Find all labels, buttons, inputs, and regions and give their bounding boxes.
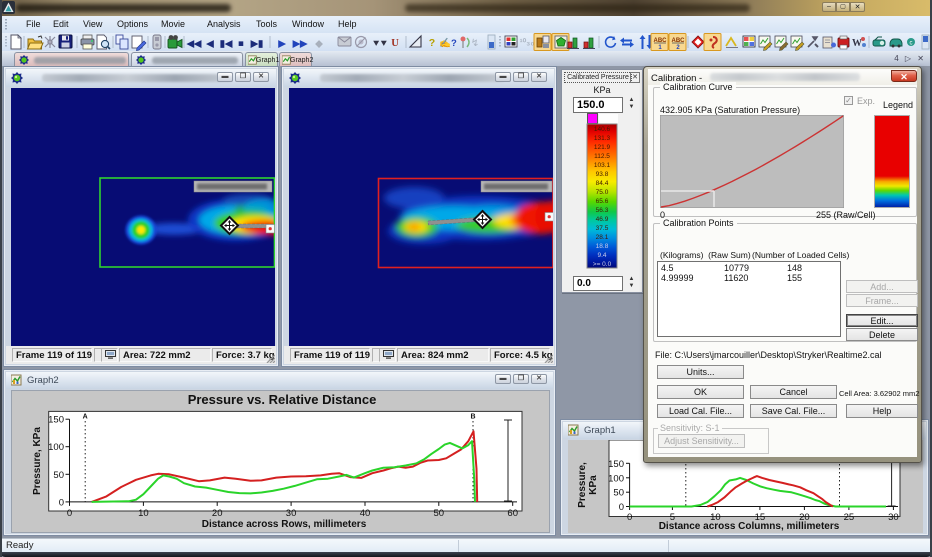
svg-text:100: 100 [608, 473, 624, 484]
svg-text:60: 60 [507, 508, 518, 519]
svg-text:▶: ▶ [277, 39, 287, 50]
svg-text:▮◀: ▮◀ [220, 39, 233, 50]
svg-text:9.4: 9.4 [597, 252, 606, 259]
svg-text:Distance across Columns, milli: Distance across Columns, millimeters [659, 521, 840, 532]
svg-text:40: 40 [360, 508, 371, 519]
svg-text:⯆⯆: ⯆⯆ [372, 39, 388, 50]
svg-text:25: 25 [844, 512, 855, 523]
svg-text:30: 30 [888, 512, 899, 523]
svg-text:131.3: 131.3 [594, 135, 611, 142]
svg-text:Pressure,: Pressure, [577, 462, 588, 508]
svg-text:▶▶: ▶▶ [292, 39, 309, 50]
svg-text:Pressure vs. Relative Distance: Pressure vs. Relative Distance [188, 392, 377, 407]
svg-text:U: U [391, 38, 399, 49]
svg-text:46.9: 46.9 [596, 216, 609, 223]
svg-text:75.0: 75.0 [596, 189, 609, 196]
svg-text:◆: ◆ [314, 39, 323, 50]
svg-text:A: A [83, 414, 88, 421]
svg-text:84.4: 84.4 [596, 180, 609, 187]
svg-text:KPa: KPa [588, 475, 599, 495]
svg-text:■: ■ [238, 39, 244, 50]
svg-text:0: 0 [59, 497, 64, 508]
svg-text:0: 0 [67, 508, 72, 519]
svg-text:▶▮: ▶▮ [250, 39, 264, 50]
svg-text:0: 0 [627, 512, 632, 523]
svg-text:Pressure, KPa: Pressure, KPa [32, 427, 43, 495]
svg-text:50: 50 [53, 470, 64, 481]
svg-text:↯: ↯ [471, 38, 479, 49]
svg-text:65.6: 65.6 [596, 198, 609, 205]
svg-text:30: 30 [286, 508, 297, 519]
svg-text:◀: ◀ [205, 39, 214, 50]
svg-text:c: c [910, 41, 913, 47]
svg-text:W: W [852, 38, 862, 49]
svg-text:50: 50 [613, 488, 624, 499]
svg-text:103.1: 103.1 [594, 162, 611, 169]
svg-text:56.3: 56.3 [596, 207, 609, 214]
svg-text:0: 0 [619, 502, 624, 513]
svg-text:✍?: ✍? [439, 37, 457, 49]
svg-text:B: B [470, 414, 475, 421]
svg-text:50: 50 [434, 508, 445, 519]
svg-text:18.8: 18.8 [596, 243, 609, 250]
svg-text:Distance across Rows, millimet: Distance across Rows, millimeters [202, 519, 367, 530]
svg-text:¹⁰₃₀: ¹⁰₃₀ [520, 37, 535, 47]
svg-text:150: 150 [608, 459, 624, 470]
svg-text:>= 0.0: >= 0.0 [593, 261, 612, 268]
svg-text:93.8: 93.8 [596, 171, 609, 178]
svg-text:112.5: 112.5 [594, 153, 610, 160]
svg-text:28.1: 28.1 [596, 234, 609, 241]
svg-text:100: 100 [48, 442, 64, 453]
svg-text:121.9: 121.9 [594, 144, 611, 151]
svg-text:20: 20 [212, 508, 223, 519]
svg-text:140.6: 140.6 [594, 126, 611, 133]
svg-text:?: ? [429, 37, 435, 49]
svg-text:37.5: 37.5 [596, 225, 609, 232]
svg-text:10: 10 [138, 508, 149, 519]
svg-text:150: 150 [48, 415, 64, 426]
svg-text:◀◀: ◀◀ [186, 39, 202, 50]
